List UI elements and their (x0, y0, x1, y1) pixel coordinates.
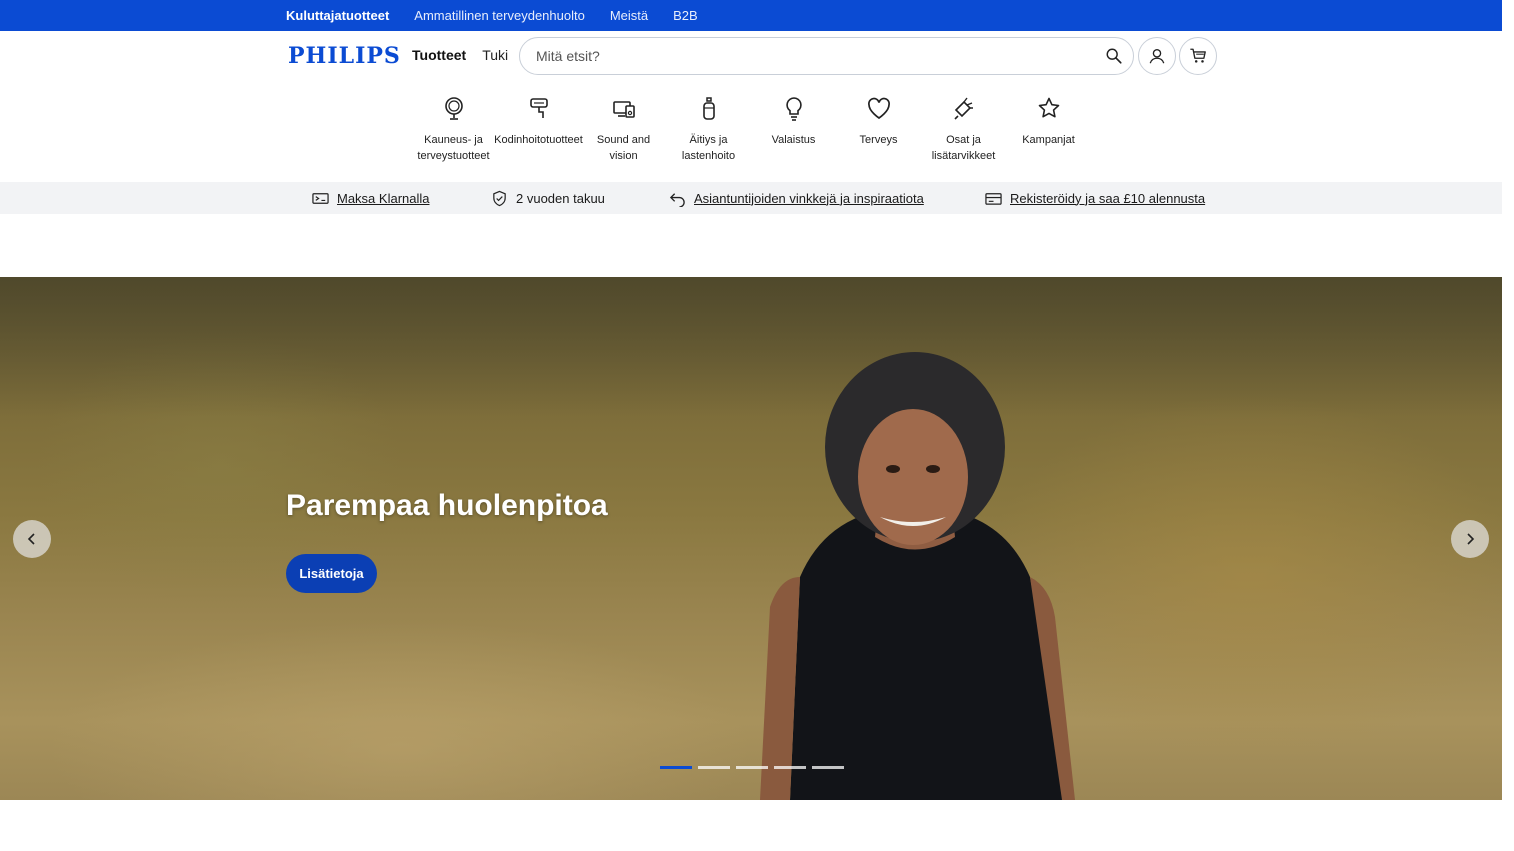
audience-link-professional[interactable]: Ammatillinen terveydenhuolto (414, 8, 585, 23)
audience-link-about[interactable]: Meistä (610, 8, 648, 23)
shield-icon (493, 190, 506, 206)
devices-icon (612, 101, 635, 118)
carousel-indicators (660, 766, 844, 769)
bottle-icon (702, 97, 715, 120)
category-label: Sound and vision (596, 134, 651, 162)
cart-icon (1190, 48, 1206, 63)
carousel-dot[interactable] (812, 766, 844, 769)
carousel-dot[interactable] (660, 766, 692, 769)
usp-label: Asiantuntijoiden vinkkejä ja inspiraatio… (694, 190, 924, 206)
brush-icon (953, 97, 973, 120)
search-box (519, 37, 1134, 75)
star-icon (1038, 97, 1059, 118)
cart-button[interactable] (1179, 37, 1217, 75)
category-beauty-health[interactable]: Kauneus- ja terveystuotteet (411, 96, 496, 164)
category-label: Äitiys ja lastenhoito (681, 134, 736, 162)
category-campaigns[interactable]: Kampanjat (1006, 96, 1091, 164)
category-health[interactable]: Terveys (836, 96, 921, 164)
chevron-right-icon (1467, 533, 1475, 545)
category-home-care[interactable]: Kodinhoitotuotteet (494, 96, 583, 164)
search-input[interactable] (536, 38, 1096, 74)
category-mother-child[interactable]: Äitiys ja lastenhoito (666, 96, 751, 164)
philips-logo[interactable]: PHILIPS (288, 43, 401, 69)
mirror-icon (444, 97, 463, 120)
top-bar: Kuluttajatuotteet Ammatillinen terveyden… (0, 0, 1502, 31)
carousel-dot[interactable] (736, 766, 768, 769)
usp-label: Rekisteröidy ja saa £10 alennusta (1010, 190, 1206, 206)
bulb-icon (785, 97, 802, 121)
category-label: Osat ja lisätarvikkeet (931, 134, 996, 162)
card-icon (985, 192, 1002, 205)
category-parts-accessories[interactable]: Osat ja lisätarvikkeet (921, 96, 1006, 164)
ticket-icon (312, 192, 329, 204)
usp-label: 2 vuoden takuu (516, 190, 605, 206)
usp-register[interactable]: Rekisteröidy ja saa £10 alennusta (985, 182, 1205, 214)
nav-item-support[interactable]: Tuki (482, 47, 508, 63)
hero-carousel: Parempaa huolenpitoa Lisätietoja (0, 277, 1502, 800)
site-header: PHILIPS Tuotteet Tuki (0, 31, 1502, 82)
usp-expert-tips[interactable]: Asiantuntijoiden vinkkejä ja inspiraatio… (669, 182, 924, 214)
category-label: Kauneus- ja terveystuotteet (417, 134, 490, 162)
nav-item-products[interactable]: Tuotteet (412, 47, 466, 63)
carousel-dot[interactable] (698, 766, 730, 769)
category-label: Terveys (859, 134, 898, 146)
category-nav: Kauneus- ja terveystuotteet Kodinhoitotu… (411, 96, 1091, 164)
hero-cta-button[interactable]: Lisätietoja (286, 554, 377, 593)
audience-link-b2b[interactable]: B2B (673, 8, 698, 23)
carousel-dot[interactable] (774, 766, 806, 769)
category-label: Valaistus (771, 134, 816, 146)
main-nav: Tuotteet Tuki (412, 47, 508, 63)
category-label: Kodinhoitotuotteet (494, 134, 583, 146)
hero-person-image (760, 352, 1075, 800)
category-lighting[interactable]: Valaistus (751, 96, 836, 164)
search-icon[interactable] (1105, 47, 1123, 65)
return-icon (669, 192, 685, 207)
category-sound-vision[interactable]: Sound and vision (581, 96, 666, 164)
account-button[interactable] (1138, 37, 1176, 75)
audience-link-consumer[interactable]: Kuluttajatuotteet (286, 8, 389, 23)
iron-icon (529, 98, 548, 118)
usp-warranty: 2 vuoden takuu (491, 182, 605, 214)
audience-nav: Kuluttajatuotteet Ammatillinen terveyden… (286, 0, 698, 31)
usp-label: Maksa Klarnalla (337, 190, 430, 206)
heart-icon (867, 97, 890, 120)
user-icon (1149, 49, 1165, 64)
usp-klarna[interactable]: Maksa Klarnalla (312, 182, 430, 214)
usp-bar: Maksa Klarnalla 2 vuoden takuu Asiantunt… (0, 182, 1502, 214)
hero-title: Parempaa huolenpitoa (286, 489, 608, 522)
chevron-left-icon (27, 533, 35, 545)
carousel-next-button[interactable] (1451, 520, 1489, 558)
carousel-prev-button[interactable] (13, 520, 51, 558)
category-label: Kampanjat (1022, 134, 1075, 146)
